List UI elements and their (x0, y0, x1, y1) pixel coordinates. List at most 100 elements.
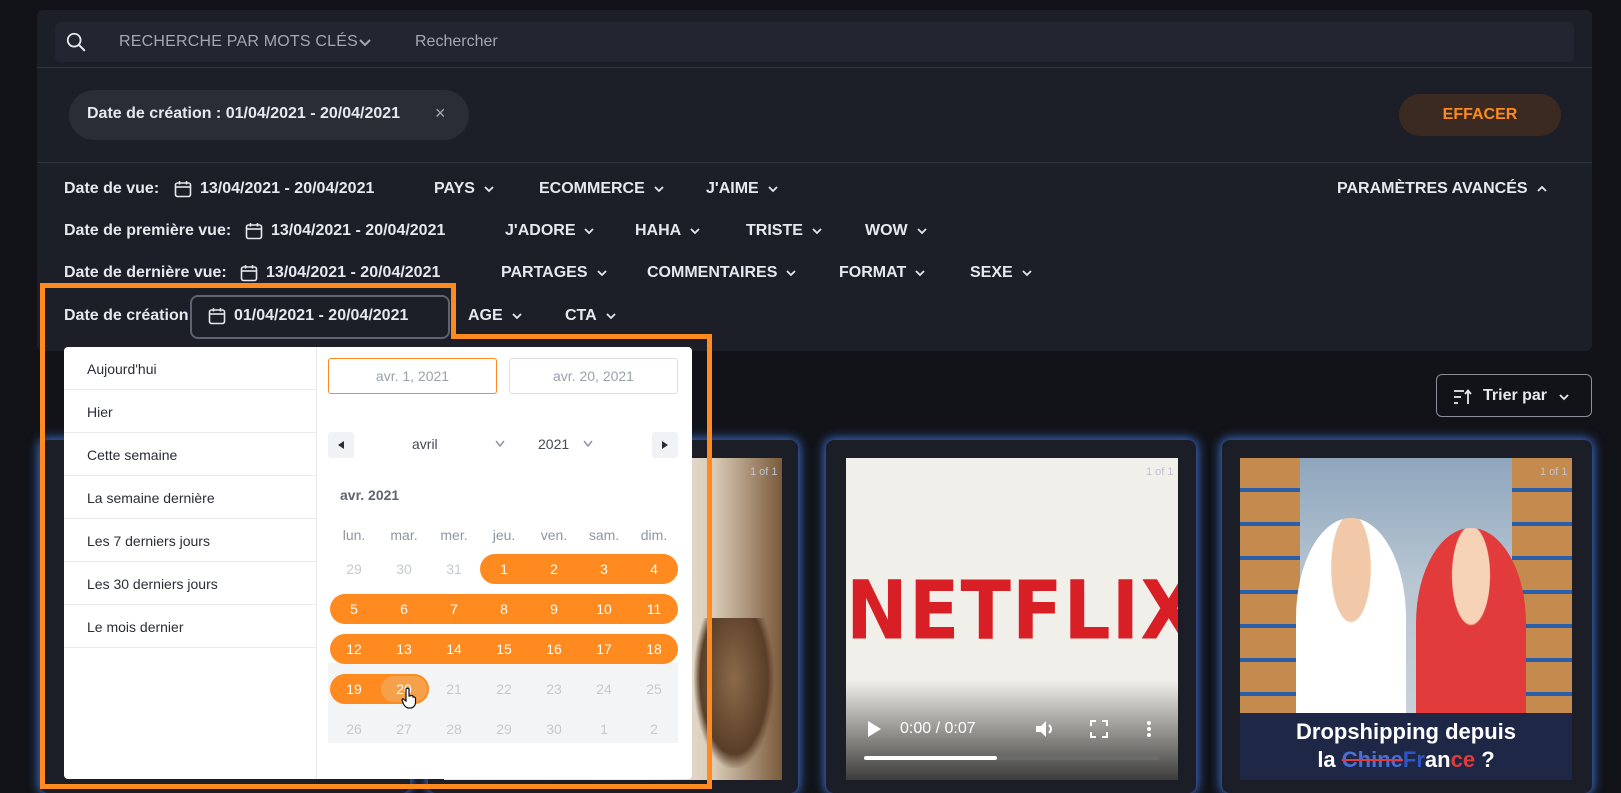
calendar-day[interactable]: 1 (479, 554, 529, 584)
next-month-button[interactable] (652, 432, 678, 458)
calendar-day[interactable]: 6 (379, 594, 429, 624)
calendar-day[interactable]: 12 (329, 634, 379, 664)
cta-dropdown[interactable]: CTA (565, 307, 617, 325)
jadore-dropdown[interactable]: J'ADORE (505, 222, 595, 240)
date-range-picker: Aujourd'hui Hier Cette semaine La semain… (64, 347, 692, 779)
calendar-day[interactable]: 28 (429, 714, 479, 744)
keyword-select[interactable]: RECHERCHE PAR MOTS CLÉS (119, 33, 358, 51)
preset-last-7-days[interactable]: Les 7 derniers jours (64, 519, 317, 562)
triste-dropdown[interactable]: TRISTE (746, 222, 823, 240)
ad-card[interactable]: NETFLIX 0:00 / 0:07 1 of 1 (826, 440, 1196, 793)
calendar-day[interactable]: 11 (629, 594, 679, 624)
calendar-day[interactable]: 25 (629, 674, 679, 704)
caption-fr: Fr (1402, 747, 1425, 772)
chevron-down-icon (654, 186, 664, 193)
shelf-image (1240, 458, 1300, 718)
search-input[interactable] (415, 22, 1515, 62)
prev-month-button[interactable] (328, 432, 354, 458)
calendar-day[interactable]: 16 (529, 634, 579, 664)
calendar-day[interactable]: 30 (529, 714, 579, 744)
chevron-down-icon[interactable] (494, 439, 506, 449)
chevron-down-icon (512, 313, 522, 320)
calendar-day[interactable]: 29 (329, 554, 379, 584)
calendar-day[interactable]: 19 (329, 674, 379, 704)
calendar-day[interactable]: 18 (629, 634, 679, 664)
sexe-dropdown[interactable]: SEXE (970, 264, 1033, 282)
weekday-label: lun. (342, 527, 366, 543)
calendar-day[interactable]: 14 (429, 634, 479, 664)
calendar-day[interactable]: 27 (379, 714, 429, 744)
video-progress-fill (864, 756, 998, 760)
active-filter-chip[interactable]: Date de création : 01/04/2021 - 20/04/20… (69, 90, 469, 140)
chevron-down-icon (812, 228, 822, 235)
commentaires-dropdown[interactable]: COMMENTAIRES (647, 264, 797, 282)
caret-right-icon (662, 441, 668, 449)
calendar-day[interactable]: 13 (379, 634, 429, 664)
date-premiere-picker[interactable]: 13/04/2021 - 20/04/2021 (245, 222, 445, 240)
preset-last-week[interactable]: La semaine dernière (64, 476, 317, 519)
calendar-day[interactable]: 31 (429, 554, 479, 584)
chevron-down-icon[interactable] (357, 34, 373, 50)
preset-this-week[interactable]: Cette semaine (64, 433, 317, 476)
caption-question: ? (1481, 747, 1495, 772)
preset-last-month[interactable]: Le mois dernier (64, 605, 317, 648)
calendar-day[interactable]: 5 (329, 594, 379, 624)
chip-label: Date de création : 01/04/2021 - 20/04/20… (87, 105, 401, 122)
jaime-dropdown[interactable]: J'AIME (706, 180, 779, 198)
start-date-input[interactable]: avr. 1, 2021 (328, 358, 497, 394)
chevron-down-icon (768, 186, 778, 193)
calendar-day[interactable]: 2 (629, 714, 679, 744)
calendar-day[interactable]: 1 (579, 714, 629, 744)
end-date-input[interactable]: avr. 20, 2021 (509, 358, 678, 394)
caption-struck: Chine (1341, 747, 1403, 772)
date-derniere-picker[interactable]: 13/04/2021 - 20/04/2021 (240, 264, 440, 282)
app-root: RECHERCHE PAR MOTS CLÉS Date de création… (0, 0, 1621, 793)
calendar-day[interactable]: 26 (329, 714, 379, 744)
partages-dropdown[interactable]: PARTAGES (501, 264, 608, 282)
sort-button[interactable]: Trier par (1436, 374, 1592, 417)
format-dropdown[interactable]: FORMAT (839, 264, 926, 282)
close-icon[interactable]: × (435, 103, 446, 124)
cta-label: CTA (565, 307, 597, 324)
search-icon[interactable] (65, 31, 87, 53)
advanced-settings-toggle[interactable]: PARAMÈTRES AVANCÉS (1337, 180, 1548, 198)
preset-today[interactable]: Aujourd'hui (64, 347, 317, 390)
more-options-icon[interactable] (1146, 720, 1152, 738)
volume-icon[interactable] (1034, 719, 1056, 739)
caption-line-2: la ChineFrance ? (1240, 747, 1572, 773)
calendar-day[interactable]: 30 (379, 554, 429, 584)
ecommerce-dropdown[interactable]: ECOMMERCE (539, 180, 665, 198)
preset-last-30-days[interactable]: Les 30 derniers jours (64, 562, 317, 605)
video-thumbnail[interactable]: NETFLIX 0:00 / 0:07 (846, 458, 1178, 780)
calendar-day[interactable]: 15 (479, 634, 529, 664)
calendar-day[interactable]: 24 (579, 674, 629, 704)
calendar-day[interactable]: 10 (579, 594, 629, 624)
age-dropdown[interactable]: AGE (468, 307, 523, 325)
calendar-day[interactable]: 3 (579, 554, 629, 584)
calendar-day[interactable]: 4 (629, 554, 679, 584)
year-select[interactable]: 2021 (538, 436, 569, 452)
jaime-label: J'AIME (706, 180, 759, 197)
calendar-day[interactable]: 2 (529, 554, 579, 584)
play-icon[interactable] (866, 720, 882, 738)
calendar-day[interactable]: 8 (479, 594, 529, 624)
calendar-day[interactable]: 29 (479, 714, 529, 744)
clear-button[interactable]: EFFACER (1399, 94, 1561, 136)
calendar-day[interactable]: 22 (479, 674, 529, 704)
calendar-day[interactable]: 17 (579, 634, 629, 664)
calendar-day[interactable]: 23 (529, 674, 579, 704)
haha-dropdown[interactable]: HAHA (635, 222, 701, 240)
calendar-day[interactable]: 21 (429, 674, 479, 704)
search-bar: RECHERCHE PAR MOTS CLÉS (55, 22, 1574, 62)
video-progress-track[interactable] (864, 756, 1160, 760)
calendar-day[interactable]: 7 (429, 594, 479, 624)
calendar-day[interactable]: 9 (529, 594, 579, 624)
chevron-down-icon[interactable] (582, 439, 594, 449)
wow-dropdown[interactable]: WOW (865, 222, 928, 240)
month-select[interactable]: avril (412, 436, 438, 452)
fullscreen-icon[interactable] (1090, 720, 1108, 738)
date-vue-picker[interactable]: 13/04/2021 - 20/04/2021 (174, 180, 374, 198)
preset-yesterday[interactable]: Hier (64, 390, 317, 433)
pays-dropdown[interactable]: PAYS (434, 180, 495, 198)
ad-card[interactable]: Dropshipping depuis la ChineFrance ? 1 o… (1222, 440, 1592, 793)
